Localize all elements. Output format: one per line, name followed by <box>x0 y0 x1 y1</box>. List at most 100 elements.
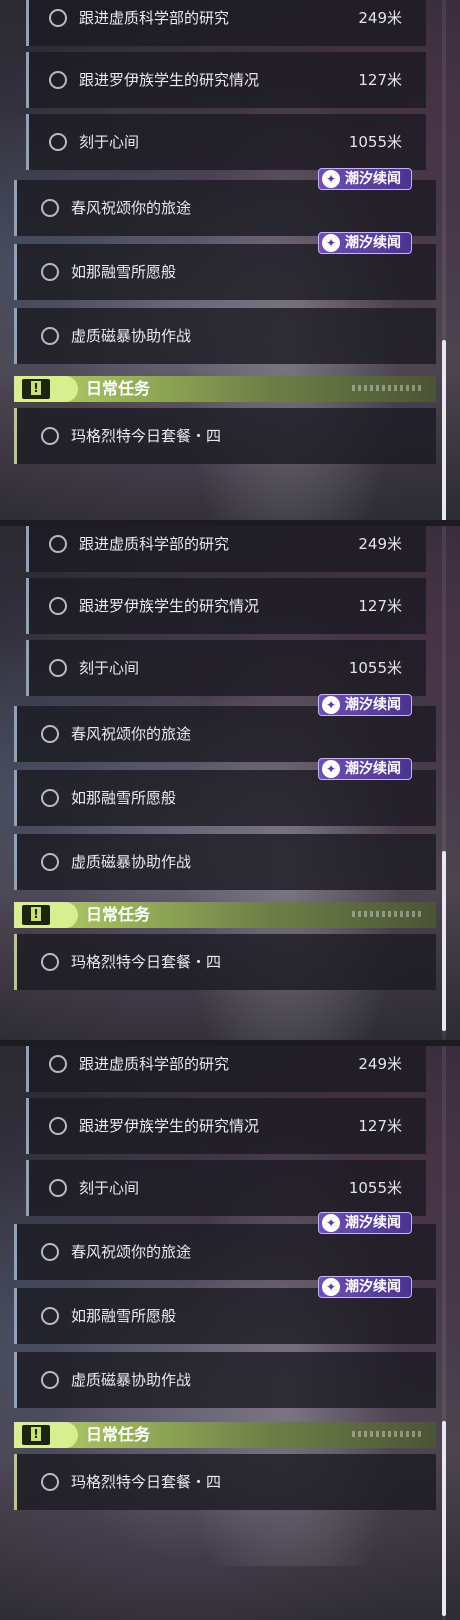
daily-quest-header[interactable]: ! 日常任务 <box>14 1422 436 1448</box>
badge-label: 潮汐续闻 <box>345 761 401 777</box>
quest-title: 跟进罗伊族学生的研究情况 <box>79 1117 260 1135</box>
quest-distance: 127米 <box>358 1117 402 1135</box>
quest-status-circle-icon <box>49 9 67 27</box>
quest-distance: 249米 <box>358 9 402 27</box>
tide-echo-badge: ✦ 潮汐续闻 <box>318 168 412 190</box>
quest-title: 如那融雪所愿般 <box>71 789 177 807</box>
header-decoration <box>352 911 422 917</box>
quest-title: 玛格烈特今日套餐・四 <box>71 1473 222 1491</box>
daily-title: 日常任务 <box>86 1425 151 1444</box>
quest-item-virtual-science[interactable]: 跟进虚质科学部的研究 249米 <box>26 526 426 572</box>
badge-label: 潮汐续闻 <box>345 1215 401 1231</box>
quest-status-circle-icon <box>49 133 67 151</box>
exclamation-icon: ! <box>22 1425 50 1445</box>
quest-status-circle-icon <box>41 199 59 217</box>
quest-status-circle-icon <box>49 71 67 89</box>
quest-title: 如那融雪所愿般 <box>71 1307 177 1325</box>
quest-item-daily-meal[interactable]: 玛格烈特今日套餐・四 <box>14 408 436 464</box>
header-decoration <box>352 1431 422 1437</box>
quest-panel-2: 跟进虚质科学部的研究 249米 跟进罗伊族学生的研究情况 127米 刻于心间 1… <box>0 526 460 1040</box>
quest-status-circle-icon <box>41 327 59 345</box>
quest-item-virtual-science[interactable]: 跟进虚质科学部的研究 249米 <box>26 1046 426 1092</box>
quest-title: 刻于心间 <box>79 1179 140 1197</box>
tide-echo-icon: ✦ <box>322 234 340 252</box>
quest-item-roy-students[interactable]: 跟进罗伊族学生的研究情况 127米 <box>26 52 426 108</box>
scrollbar[interactable] <box>442 1046 446 1620</box>
tide-echo-badge: ✦ 潮汐续闻 <box>318 758 412 780</box>
quest-distance: 127米 <box>358 71 402 89</box>
quest-distance: 1055米 <box>348 133 402 151</box>
quest-status-circle-icon <box>41 1307 59 1325</box>
quest-item-storm-assist[interactable]: 虚质磁暴协助作战 <box>14 1352 436 1408</box>
quest-status-circle-icon <box>49 1117 67 1135</box>
daily-quest-header[interactable]: ! 日常任务 <box>14 902 436 928</box>
quest-status-circle-icon <box>49 1055 67 1073</box>
scrollbar-thumb[interactable] <box>442 1421 446 1616</box>
tide-echo-badge: ✦ 潮汐续闻 <box>318 694 412 716</box>
quest-item-virtual-science[interactable]: 跟进虚质科学部的研究 249米 <box>26 0 426 46</box>
quest-item-spring-wind[interactable]: 春风祝颂你的旅途 ✦ 潮汐续闻 <box>14 694 436 762</box>
scrollbar[interactable] <box>442 526 446 1040</box>
quest-title: 玛格烈特今日套餐・四 <box>71 953 222 971</box>
tide-echo-icon: ✦ <box>322 760 340 778</box>
quest-title: 跟进罗伊族学生的研究情况 <box>79 71 260 89</box>
daily-title: 日常任务 <box>86 379 151 398</box>
daily-quest-header[interactable]: ! 日常任务 <box>14 376 436 402</box>
quest-title: 如那融雪所愿般 <box>71 263 177 281</box>
quest-item-spring-wind[interactable]: 春风祝颂你的旅途 ✦ 潮汐续闻 <box>14 168 436 236</box>
quest-title: 春风祝颂你的旅途 <box>71 199 192 217</box>
quest-status-circle-icon <box>41 1243 59 1261</box>
quest-distance: 249米 <box>358 1055 402 1073</box>
quest-item-daily-meal[interactable]: 玛格烈特今日套餐・四 <box>14 934 436 990</box>
badge-label: 潮汐续闻 <box>345 235 401 251</box>
tide-echo-badge: ✦ 潮汐续闻 <box>318 232 412 254</box>
scrollbar-thumb[interactable] <box>442 340 446 520</box>
tide-echo-icon: ✦ <box>322 1214 340 1232</box>
exclamation-icon: ! <box>22 379 50 399</box>
quest-distance: 127米 <box>358 597 402 615</box>
quest-panel-1: 跟进虚质科学部的研究 249米 跟进罗伊族学生的研究情况 127米 刻于心间 1… <box>0 0 460 520</box>
badge-label: 潮汐续闻 <box>345 697 401 713</box>
quest-status-circle-icon <box>49 597 67 615</box>
quest-title: 跟进虚质科学部的研究 <box>79 9 230 27</box>
quest-item-daily-meal[interactable]: 玛格烈特今日套餐・四 <box>14 1454 436 1510</box>
quest-panel-3: 跟进虚质科学部的研究 249米 跟进罗伊族学生的研究情况 127米 刻于心间 1… <box>0 1046 460 1620</box>
quest-item-engraved-heart[interactable]: 刻于心间 1055米 <box>26 640 426 696</box>
quest-status-circle-icon <box>41 953 59 971</box>
tide-echo-icon: ✦ <box>322 696 340 714</box>
quest-item-spring-wind[interactable]: 春风祝颂你的旅途 ✦ 潮汐续闻 <box>14 1212 436 1280</box>
quest-status-circle-icon <box>41 1473 59 1491</box>
quest-title: 跟进虚质科学部的研究 <box>79 1055 230 1073</box>
scrollbar[interactable] <box>442 0 446 520</box>
quest-item-engraved-heart[interactable]: 刻于心间 1055米 <box>26 114 426 170</box>
quest-distance: 249米 <box>358 535 402 553</box>
quest-item-storm-assist[interactable]: 虚质磁暴协助作战 <box>14 834 436 890</box>
quest-item-melting-snow[interactable]: 如那融雪所愿般 ✦ 潮汐续闻 <box>14 758 436 826</box>
quest-status-circle-icon <box>49 659 67 677</box>
exclamation-icon: ! <box>22 905 50 925</box>
quest-title: 虚质磁暴协助作战 <box>71 1371 192 1389</box>
tide-echo-badge: ✦ 潮汐续闻 <box>318 1276 412 1298</box>
badge-label: 潮汐续闻 <box>345 1279 401 1295</box>
quest-item-roy-students[interactable]: 跟进罗伊族学生的研究情况 127米 <box>26 578 426 634</box>
quest-status-circle-icon <box>49 1179 67 1197</box>
scrollbar-thumb[interactable] <box>442 851 446 1031</box>
quest-item-melting-snow[interactable]: 如那融雪所愿般 ✦ 潮汐续闻 <box>14 232 436 300</box>
quest-title: 玛格烈特今日套餐・四 <box>71 427 222 445</box>
tide-echo-icon: ✦ <box>322 170 340 188</box>
quest-status-circle-icon <box>41 1371 59 1389</box>
quest-title: 虚质磁暴协助作战 <box>71 853 192 871</box>
header-decoration <box>352 385 422 391</box>
quest-item-melting-snow[interactable]: 如那融雪所愿般 ✦ 潮汐续闻 <box>14 1276 436 1344</box>
quest-title: 春风祝颂你的旅途 <box>71 725 192 743</box>
quest-title: 跟进罗伊族学生的研究情况 <box>79 597 260 615</box>
quest-title: 跟进虚质科学部的研究 <box>79 535 230 553</box>
tide-echo-icon: ✦ <box>322 1278 340 1296</box>
quest-item-roy-students[interactable]: 跟进罗伊族学生的研究情况 127米 <box>26 1098 426 1154</box>
quest-title: 刻于心间 <box>79 659 140 677</box>
quest-status-circle-icon <box>41 725 59 743</box>
quest-title: 刻于心间 <box>79 133 140 151</box>
quest-distance: 1055米 <box>348 659 402 677</box>
quest-item-storm-assist[interactable]: 虚质磁暴协助作战 <box>14 308 436 364</box>
quest-item-engraved-heart[interactable]: 刻于心间 1055米 <box>26 1160 426 1216</box>
